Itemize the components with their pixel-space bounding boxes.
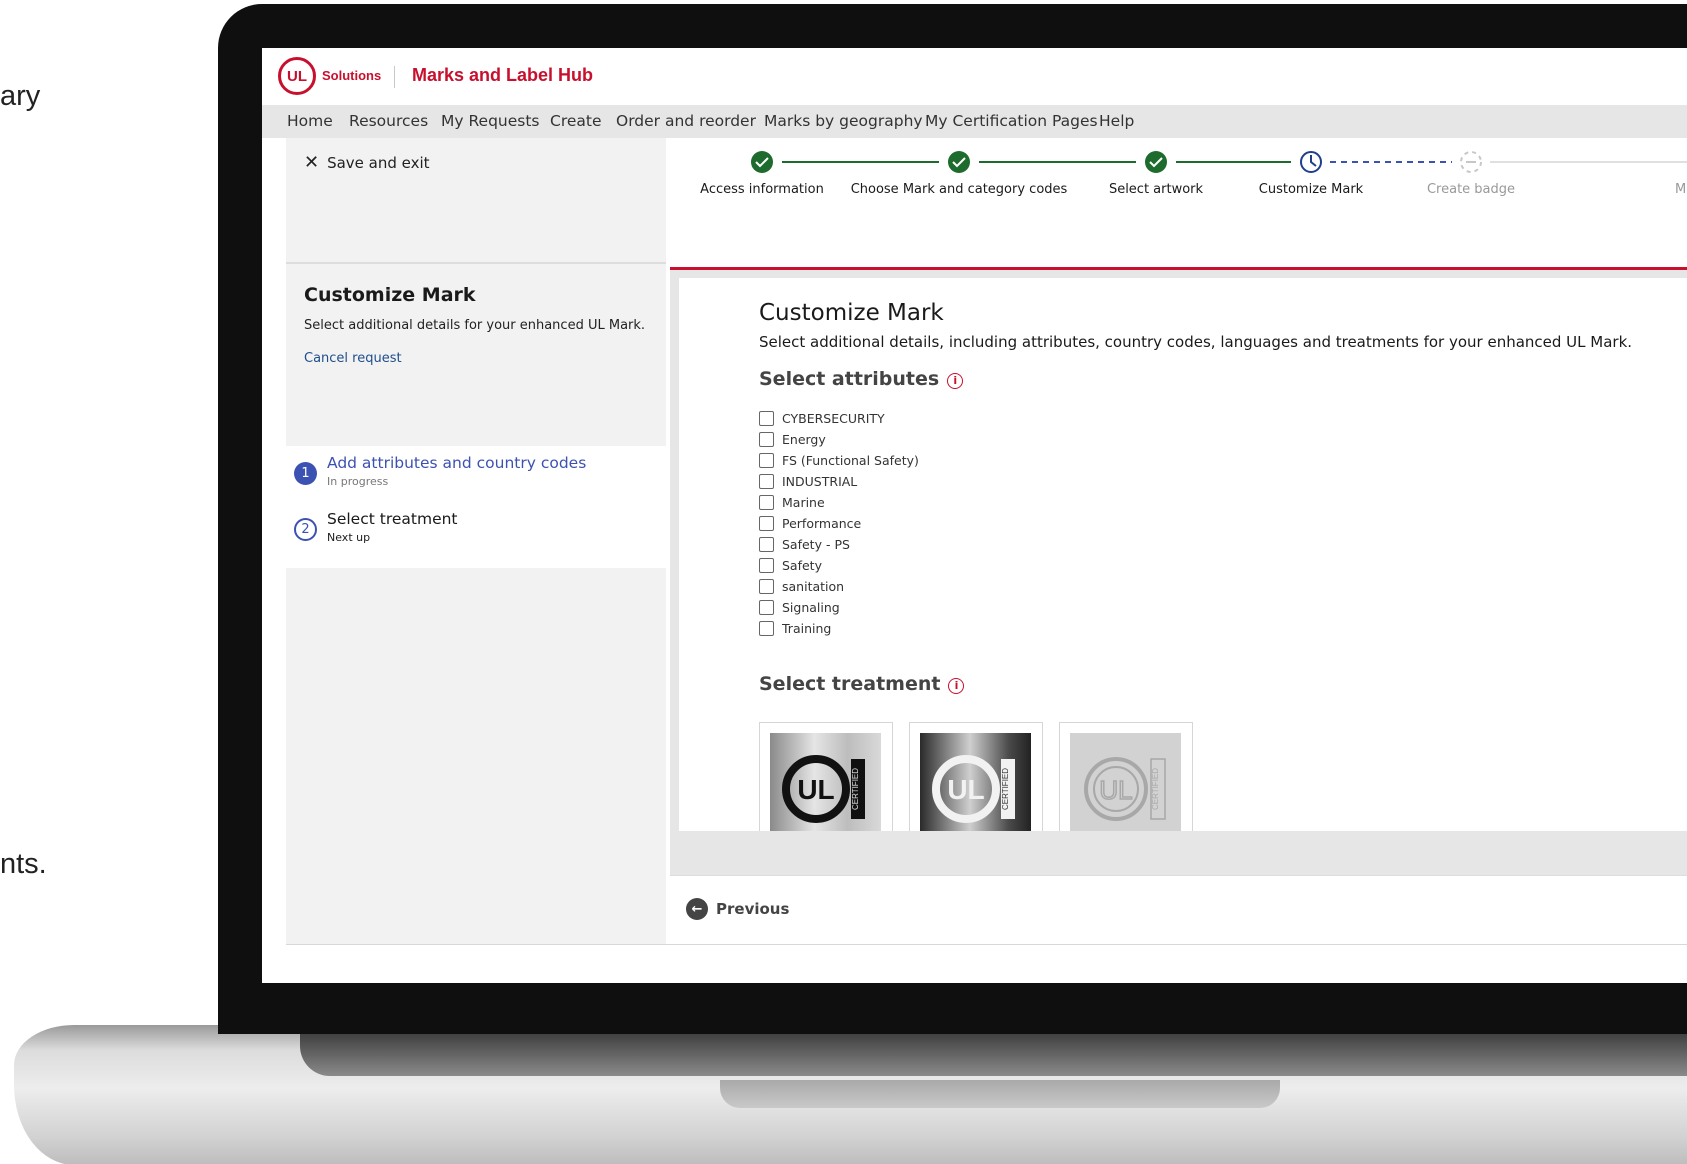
attribute-option[interactable]: sanitation <box>759 576 919 597</box>
attribute-option[interactable]: Signaling <box>759 597 919 618</box>
attribute-option[interactable]: Safety - PS <box>759 534 919 555</box>
attribute-option[interactable]: Training <box>759 618 919 639</box>
substep-title: Select treatment <box>327 510 458 528</box>
treatment-card-dark[interactable]: UL CERTIFIED <box>909 722 1043 831</box>
progress-stepper: Access information Choose Mark and categ… <box>670 138 1687 268</box>
check-icon <box>948 151 970 173</box>
divider <box>286 944 1687 945</box>
app-title[interactable]: Marks and Label Hub <box>412 65 593 86</box>
left-info: Customize Mark Select additional details… <box>286 266 666 436</box>
treatment-options: UL CERTIFIED UL CERTIFIED UL CERTIFIED <box>759 722 1193 831</box>
attribute-option[interactable]: Marine <box>759 492 919 513</box>
check-icon <box>751 151 773 173</box>
svg-text:CERTIFIED: CERTIFIED <box>1151 768 1160 810</box>
app-header: UL Solutions Marks and Label Hub <box>262 48 1687 105</box>
svg-text:UL: UL <box>797 774 834 805</box>
nav-create[interactable]: Create <box>550 112 602 130</box>
save-exit-button[interactable]: ✕ Save and exit <box>304 152 430 173</box>
main-card: Customize Mark Select additional details… <box>679 278 1687 831</box>
previous-label: Previous <box>716 900 790 918</box>
attribute-checkbox[interactable] <box>759 495 774 510</box>
attribute-checkbox[interactable] <box>759 579 774 594</box>
ul-logo-icon[interactable]: UL <box>278 57 316 95</box>
bottom-navigation: ← Previous <box>670 875 1687 944</box>
ul-certified-mark-icon: UL CERTIFIED <box>920 733 1031 831</box>
close-icon: ✕ <box>304 152 320 173</box>
treatment-card-light[interactable]: UL CERTIFIED <box>1059 722 1193 831</box>
check-icon <box>1145 151 1167 173</box>
ul-certified-mark-icon: UL CERTIFIED <box>1070 733 1181 831</box>
substep-select-treatment[interactable]: 2 Select treatment Next up <box>294 510 458 544</box>
laptop-notch <box>720 1080 1280 1108</box>
substep-add-attributes[interactable]: 1 Add attributes and country codes In pr… <box>294 454 586 488</box>
attribute-checkbox[interactable] <box>759 453 774 468</box>
svg-text:CERTIFIED: CERTIFIED <box>1001 768 1010 810</box>
background-text-fragment: ary <box>0 80 41 112</box>
save-exit-label: Save and exit <box>327 154 430 172</box>
nav-marks-by-geography[interactable]: Marks by geography <box>764 112 923 130</box>
attribute-option[interactable]: Energy <box>759 429 919 450</box>
nav-resources[interactable]: Resources <box>349 112 428 130</box>
attribute-option[interactable]: INDUSTRIAL <box>759 471 919 492</box>
nav-order-reorder[interactable]: Order and reorder <box>616 112 756 130</box>
attribute-list: CYBERSECURITY Energy FS (Functional Safe… <box>759 408 919 639</box>
attribute-checkbox[interactable] <box>759 516 774 531</box>
attribute-checkbox[interactable] <box>759 537 774 552</box>
treatment-heading: Select treatment i <box>759 673 965 695</box>
substep-number: 1 <box>294 462 317 485</box>
substep-number: 2 <box>294 518 317 541</box>
background-text-fragment: nts. <box>0 848 47 880</box>
left-top-box: ✕ Save and exit <box>286 138 666 264</box>
nav-home[interactable]: Home <box>287 112 333 130</box>
stepper-label-access-information[interactable]: Access information <box>700 182 824 197</box>
svg-text:UL: UL <box>1099 775 1132 805</box>
laptop-hinge <box>300 1030 1687 1076</box>
substep-status: In progress <box>327 475 389 488</box>
stepper-label-select-artwork[interactable]: Select artwork <box>1109 182 1203 197</box>
stepper-label-next: Mak <box>1675 182 1687 197</box>
substep-title: Add attributes and country codes <box>327 454 587 472</box>
nav-my-certification-pages[interactable]: My Certification Pages <box>925 112 1098 130</box>
laptop-screen: UL Solutions Marks and Label Hub Home Re… <box>262 48 1687 983</box>
cancel-request-link[interactable]: Cancel request <box>304 351 402 366</box>
panel-description: Select additional details for your enhan… <box>304 318 646 333</box>
svg-text:CERTIFIED: CERTIFIED <box>851 768 860 810</box>
page-title: Customize Mark <box>759 300 944 326</box>
attribute-checkbox[interactable] <box>759 621 774 636</box>
stepper-label-create-badge: Create badge <box>1426 182 1516 197</box>
panel-title: Customize Mark <box>304 284 476 306</box>
clock-icon <box>1300 151 1322 173</box>
substep-status: Next up <box>327 531 371 544</box>
attribute-checkbox[interactable] <box>759 432 774 447</box>
pending-step-icon <box>1460 151 1482 173</box>
substep-list: 1 Add attributes and country codes In pr… <box>286 446 666 568</box>
attribute-checkbox[interactable] <box>759 411 774 426</box>
logo-solutions-text: Solutions <box>322 68 382 83</box>
info-icon[interactable]: i <box>947 372 964 389</box>
attribute-option[interactable]: FS (Functional Safety) <box>759 450 919 471</box>
nav-my-requests[interactable]: My Requests <box>441 112 540 130</box>
stepper-label-choose-mark[interactable]: Choose Mark and category codes <box>851 182 1068 197</box>
header-divider <box>394 66 395 88</box>
stepper-graphic <box>751 151 1687 173</box>
stepper-label-customize-mark[interactable]: Customize Mark <box>1259 182 1363 197</box>
attribute-checkbox[interactable] <box>759 474 774 489</box>
ul-certified-mark-icon: UL CERTIFIED <box>770 733 881 831</box>
page-description: Select additional details, including att… <box>759 333 1633 351</box>
arrow-left-icon: ← <box>686 898 708 920</box>
previous-button[interactable]: ← Previous <box>686 898 789 920</box>
attribute-checkbox[interactable] <box>759 558 774 573</box>
svg-text:UL: UL <box>947 774 984 805</box>
treatment-card-silver[interactable]: UL CERTIFIED <box>759 722 893 831</box>
info-icon[interactable]: i <box>948 677 965 694</box>
left-panel: ✕ Save and exit Customize Mark Select ad… <box>286 138 666 944</box>
main-nav: Home Resources My Requests Create Order … <box>262 105 1687 138</box>
nav-help[interactable]: Help <box>1099 112 1134 130</box>
attribute-checkbox[interactable] <box>759 600 774 615</box>
attributes-heading: Select attributes i <box>759 368 964 390</box>
attribute-option[interactable]: Safety <box>759 555 919 576</box>
attribute-option[interactable]: Performance <box>759 513 919 534</box>
attribute-option[interactable]: CYBERSECURITY <box>759 408 919 429</box>
